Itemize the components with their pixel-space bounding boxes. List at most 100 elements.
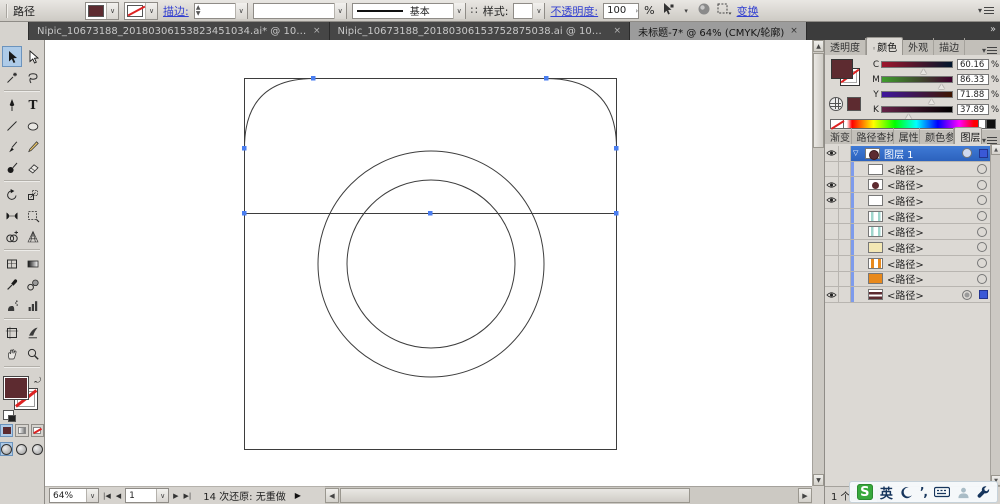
select-similar-icon[interactable] [660, 2, 676, 19]
path-name[interactable]: <路径> [887, 271, 973, 286]
path-name[interactable]: <路径> [887, 162, 973, 177]
tool-perspective-grid-icon[interactable] [23, 226, 43, 247]
stroke-color-picker[interactable]: ∨ [124, 1, 158, 20]
tool-eyedropper-icon[interactable] [2, 274, 22, 295]
ime-keyboard-icon[interactable] [934, 486, 950, 498]
color-fill-stroke-proxy[interactable] [831, 59, 867, 91]
paint-none-button[interactable] [30, 424, 44, 437]
path-target-icon[interactable] [977, 179, 987, 190]
paint-color-button[interactable] [0, 424, 14, 437]
path-name[interactable]: <路径> [887, 193, 973, 208]
path-row-main[interactable]: <路径> [854, 209, 990, 224]
vscroll-thumb[interactable] [813, 53, 824, 148]
ime-settings-wrench-icon[interactable] [977, 485, 990, 499]
rounded-top-path[interactable] [244, 78, 617, 214]
panel-menu-icon[interactable]: ▾ [982, 46, 1000, 55]
channel-slider-M[interactable] [881, 76, 953, 89]
path-visibility-eye-icon[interactable] [825, 208, 839, 224]
inner-circle-path[interactable] [346, 179, 516, 349]
ime-punctuation-toggle[interactable]: ’, [920, 485, 928, 499]
tool-pen-icon[interactable] [2, 94, 22, 115]
color-fill-proxy[interactable] [831, 59, 853, 79]
close-tab-icon[interactable]: × [313, 26, 321, 36]
select-similar-dropdown-icon[interactable]: ▾ [681, 3, 692, 19]
draw-inside-button[interactable] [31, 442, 44, 456]
brush-definition-select[interactable]: 基本 ∨ [351, 2, 466, 19]
tool-eraser-icon[interactable] [23, 157, 43, 178]
layers-group-tab-5[interactable]: 图层 [954, 127, 982, 145]
channel-value-field[interactable]: 37.89 [956, 104, 989, 115]
path-target-icon[interactable] [977, 242, 987, 253]
sogou-logo-icon[interactable]: S [856, 484, 873, 500]
path-lock-cell[interactable] [839, 287, 851, 302]
tool-column-graph-icon[interactable] [23, 295, 43, 316]
ime-skin-person-icon[interactable] [957, 486, 970, 499]
path-row-8[interactable]: <路径> [825, 271, 990, 288]
anchor-point[interactable] [242, 146, 247, 151]
tool-pencil-icon[interactable] [23, 136, 43, 157]
expand-triangle-icon[interactable]: ▽ [853, 149, 861, 157]
channel-value-field[interactable]: 60.16 [956, 59, 989, 70]
last-color-swatch[interactable] [847, 97, 861, 111]
paint-gradient-button[interactable] [15, 424, 29, 437]
tool-magic-wand-icon[interactable] [2, 67, 22, 88]
layer-visibility-eye-icon[interactable] [825, 146, 839, 161]
layers-group-tab-1[interactable]: 渐变 [825, 128, 852, 145]
tool-artboard-icon[interactable] [2, 322, 22, 343]
layer-row-header[interactable]: ▽ 图层 1 [825, 146, 990, 162]
tool-direct-selection-icon[interactable] [23, 46, 43, 67]
path-target-icon[interactable] [977, 164, 987, 175]
fill-stroke-proxy[interactable]: ⤾ [3, 376, 41, 422]
path-name[interactable]: <路径> [887, 240, 973, 255]
variable-width-profile-select[interactable]: ∨ [252, 2, 347, 19]
fill-color-swatch[interactable] [88, 4, 104, 17]
scroll-right-icon[interactable]: ▶ [798, 488, 812, 503]
tool-zoom-icon[interactable] [23, 343, 43, 364]
black-swatch[interactable] [986, 119, 996, 129]
tool-mesh-icon[interactable] [2, 253, 22, 274]
tool-type-icon[interactable]: T [23, 94, 43, 115]
tool-lasso-icon[interactable] [23, 67, 43, 88]
opacity-panel-link[interactable]: 不透明度: [550, 3, 598, 19]
zoom-dropdown-icon[interactable]: ∨ [86, 489, 98, 502]
last-artboard-icon[interactable]: ▶| [183, 492, 193, 500]
path-row-2[interactable]: <路径> [825, 177, 990, 194]
path-visibility-eye-icon[interactable] [825, 224, 839, 240]
fill-color-dropdown-icon[interactable]: ∨ [106, 2, 118, 19]
scroll-up-icon[interactable]: ▲ [813, 40, 824, 52]
artboard-outline[interactable] [244, 78, 617, 450]
path-lock-cell[interactable] [839, 255, 851, 271]
path-visibility-eye-icon[interactable] [825, 287, 839, 302]
default-swatches-icon[interactable] [3, 410, 16, 422]
layers-scroll-up-icon[interactable]: ▲ [991, 144, 1000, 155]
layers-group-tab-4[interactable]: 颜色参 [920, 128, 955, 145]
path-row-main[interactable]: <路径> [854, 287, 990, 302]
canvas-horizontal-scrollbar[interactable]: ◀ ▶ [325, 486, 812, 504]
tool-selection-icon[interactable] [1, 46, 22, 67]
color-group-tab-3[interactable]: 外观 [903, 38, 935, 55]
path-target-icon[interactable] [962, 289, 972, 300]
tool-hand-icon[interactable] [2, 343, 22, 364]
path-lock-cell[interactable] [839, 240, 851, 255]
path-row-main[interactable]: <路径> [854, 240, 990, 255]
path-target-icon[interactable] [977, 211, 987, 222]
next-artboard-icon[interactable]: ▶ [172, 492, 179, 500]
tool-symbol-sprayer-icon[interactable] [2, 295, 22, 316]
path-lock-cell[interactable] [839, 177, 851, 193]
path-row-6[interactable]: <路径> [825, 240, 990, 256]
tool-rotate-icon[interactable] [2, 184, 22, 205]
stroke-color-swatch[interactable] [127, 4, 143, 17]
path-row-main[interactable]: <路径> [854, 224, 990, 239]
path-row-main[interactable]: <路径> [854, 162, 990, 177]
path-lock-cell[interactable] [839, 161, 851, 177]
tool-line-segment-icon[interactable] [2, 115, 22, 136]
transform-panel-link[interactable]: 变换 [737, 3, 759, 19]
scroll-left-icon[interactable]: ◀ [325, 488, 339, 503]
stroke-panel-link[interactable]: 描边: [163, 3, 189, 19]
brush-options-icon[interactable]: ∷ [471, 4, 478, 17]
layers-scrollbar[interactable]: ▲ ▼ [990, 144, 1000, 486]
swap-fill-stroke-icon[interactable]: ⤾ [34, 376, 41, 386]
path-name[interactable]: <路径> [887, 256, 973, 271]
opacity-field[interactable]: 100 › [603, 2, 640, 19]
tool-ellipse-icon[interactable] [23, 115, 43, 136]
